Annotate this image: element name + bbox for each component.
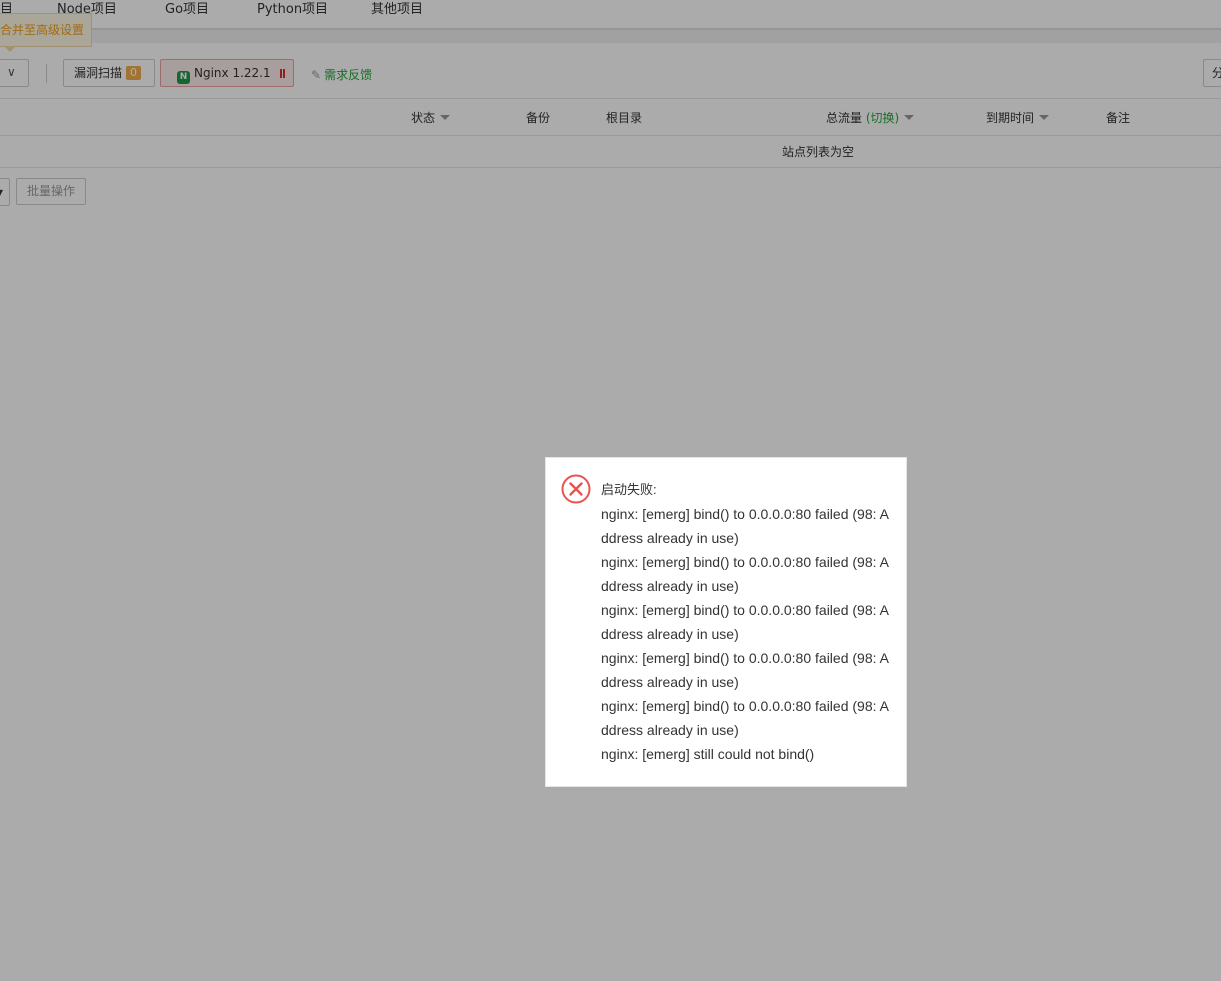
error-line: nginx: [emerg] bind() to 0.0.0.0:80 fail… bbox=[601, 602, 889, 642]
error-line: nginx: [emerg] bind() to 0.0.0.0:80 fail… bbox=[601, 506, 889, 546]
error-line: nginx: [emerg] bind() to 0.0.0.0:80 fail… bbox=[601, 554, 889, 594]
error-line: nginx: [emerg] bind() to 0.0.0.0:80 fail… bbox=[601, 650, 889, 690]
error-message: 启动失败: nginx: [emerg] bind() to 0.0.0.0:8… bbox=[601, 478, 891, 766]
error-line: nginx: [emerg] still could not bind() bbox=[601, 746, 815, 762]
error-line: nginx: [emerg] bind() to 0.0.0.0:80 fail… bbox=[601, 698, 889, 738]
error-title: 启动失败: bbox=[601, 482, 657, 497]
error-dialog: 启动失败: nginx: [emerg] bind() to 0.0.0.0:8… bbox=[545, 457, 907, 787]
error-icon bbox=[561, 474, 591, 504]
